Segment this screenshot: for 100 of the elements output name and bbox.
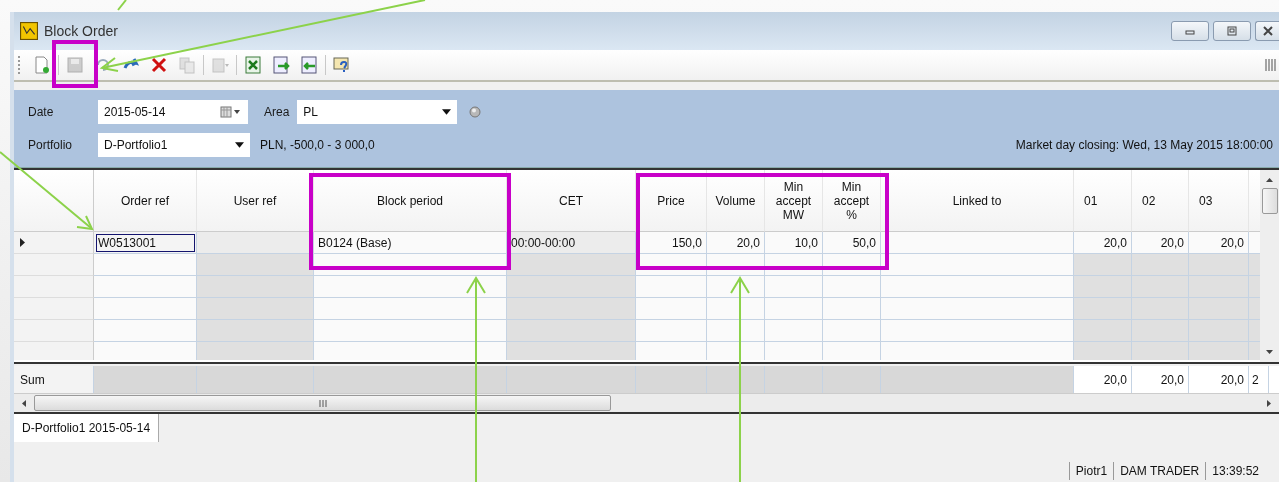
save-icon xyxy=(66,56,84,74)
table-cell xyxy=(1132,320,1189,342)
status-text: 13:39:52 xyxy=(1205,462,1265,480)
new-document-icon xyxy=(33,56,51,74)
table-cell xyxy=(707,320,765,342)
column-header[interactable]: Block period xyxy=(314,170,507,232)
table-cell xyxy=(1249,254,1260,276)
table-cell xyxy=(1189,298,1249,320)
table-cell xyxy=(1189,342,1249,360)
sum-label: Sum xyxy=(14,366,94,393)
table-cell xyxy=(765,276,823,298)
scroll-thumb[interactable] xyxy=(1261,188,1278,214)
caret-icon xyxy=(442,109,452,115)
spreadsheet-icon xyxy=(244,56,262,74)
delete-icon xyxy=(150,56,168,74)
paste-icon xyxy=(211,56,229,74)
table-cell xyxy=(636,298,707,320)
scroll-down-icon[interactable] xyxy=(1266,350,1273,354)
table-cell xyxy=(707,342,765,360)
calendar-icon xyxy=(220,106,242,118)
table-cell xyxy=(1132,342,1189,360)
table-cell: 20,0 xyxy=(707,232,765,254)
column-header[interactable]: Linked to xyxy=(881,170,1074,232)
app-icon xyxy=(20,22,38,40)
field-label: Portfolio xyxy=(28,138,74,152)
import-icon xyxy=(272,56,290,74)
window-title: Block Order xyxy=(44,23,118,39)
scroll-thumb[interactable] xyxy=(34,395,611,411)
status-text: DAM TRADER xyxy=(1113,462,1206,480)
table-cell xyxy=(1189,320,1249,342)
table-cell: 20,0 xyxy=(1074,232,1132,254)
table-cell xyxy=(1249,276,1260,298)
table-cell xyxy=(1132,276,1189,298)
area-dropdown[interactable]: PL xyxy=(297,100,458,124)
column-header[interactable]: Min accept MW xyxy=(765,170,823,232)
table-cell xyxy=(1189,276,1249,298)
scroll-right-icon[interactable] xyxy=(1267,399,1271,407)
table-cell xyxy=(707,298,765,320)
table-cell: B0124 (Base) xyxy=(314,232,507,254)
vertical-scrollbar[interactable] xyxy=(1260,170,1279,362)
column-header[interactable]: 01 xyxy=(1074,170,1132,232)
table-cell xyxy=(1074,254,1132,276)
column-header[interactable]: Volume xyxy=(707,170,765,232)
horizontal-scrollbar[interactable] xyxy=(14,394,1279,414)
table-cell: 50,0 xyxy=(823,232,881,254)
portfolio-dropdown[interactable]: D-Portfolio1 xyxy=(98,133,250,157)
table-cell xyxy=(1249,342,1260,360)
document-tab[interactable]: D-Portfolio1 2015-05-14 xyxy=(14,414,160,442)
caret-icon xyxy=(235,142,244,148)
table-cell: W0513001 xyxy=(94,232,197,254)
table-cell: 20,0 xyxy=(1132,232,1189,254)
column-header[interactable]: 02 xyxy=(1132,170,1189,232)
scroll-up-icon[interactable] xyxy=(1266,178,1273,182)
table-cell xyxy=(1074,342,1132,360)
table-cell xyxy=(1249,232,1260,254)
column-header[interactable]: 03 xyxy=(1189,170,1249,232)
highlight-frame xyxy=(52,40,98,88)
table-cell xyxy=(1189,254,1249,276)
table-cell xyxy=(823,320,881,342)
field-label: Area xyxy=(264,105,290,119)
table-cell xyxy=(823,298,881,320)
table-cell xyxy=(1249,298,1260,320)
table-cell xyxy=(636,342,707,360)
row-pointer-icon xyxy=(20,238,25,247)
close-icon xyxy=(1260,26,1275,36)
table-cell xyxy=(636,276,707,298)
date-field[interactable]: 2015-05-14 xyxy=(98,100,248,124)
table-cell xyxy=(1132,298,1189,320)
column-header[interactable]: Order ref xyxy=(94,170,197,232)
table-cell xyxy=(823,276,881,298)
column-header[interactable]: User ref xyxy=(197,170,314,232)
table-cell xyxy=(707,276,765,298)
row-header[interactable] xyxy=(14,232,94,254)
scroll-left-icon[interactable] xyxy=(22,399,26,407)
table-cell xyxy=(823,342,881,360)
sum-cell: 2 xyxy=(1249,366,1269,393)
table-cell xyxy=(1132,254,1189,276)
table-cell xyxy=(1074,298,1132,320)
table-cell xyxy=(1074,276,1132,298)
market-closing-text: Market day closing: Wed, 13 May 2015 18:00:00 xyxy=(1015,138,1273,152)
table-cell xyxy=(1074,320,1132,342)
table-cell: 20,0 xyxy=(1189,232,1249,254)
status-indicator-icon xyxy=(469,106,482,118)
minimize-button[interactable] xyxy=(1171,21,1209,41)
restore-icon xyxy=(1225,26,1239,36)
status-text: Piotr1 xyxy=(1068,462,1114,480)
table-cell xyxy=(1249,320,1260,342)
table-cell: 10,0 xyxy=(765,232,823,254)
column-header[interactable]: Min accept % xyxy=(823,170,881,232)
table-cell xyxy=(636,320,707,342)
table-cell xyxy=(765,342,823,360)
copy-icon xyxy=(178,56,196,74)
table-cell xyxy=(765,298,823,320)
callout-line xyxy=(117,0,127,11)
limits-text: PLN, -500,0 - 3 000,0 xyxy=(260,138,375,152)
table-cell xyxy=(765,320,823,342)
export-icon xyxy=(300,56,318,74)
close-button[interactable] xyxy=(1255,21,1279,41)
toolbar-grip-icon[interactable] xyxy=(1265,57,1277,73)
field-label: Date xyxy=(28,105,55,119)
